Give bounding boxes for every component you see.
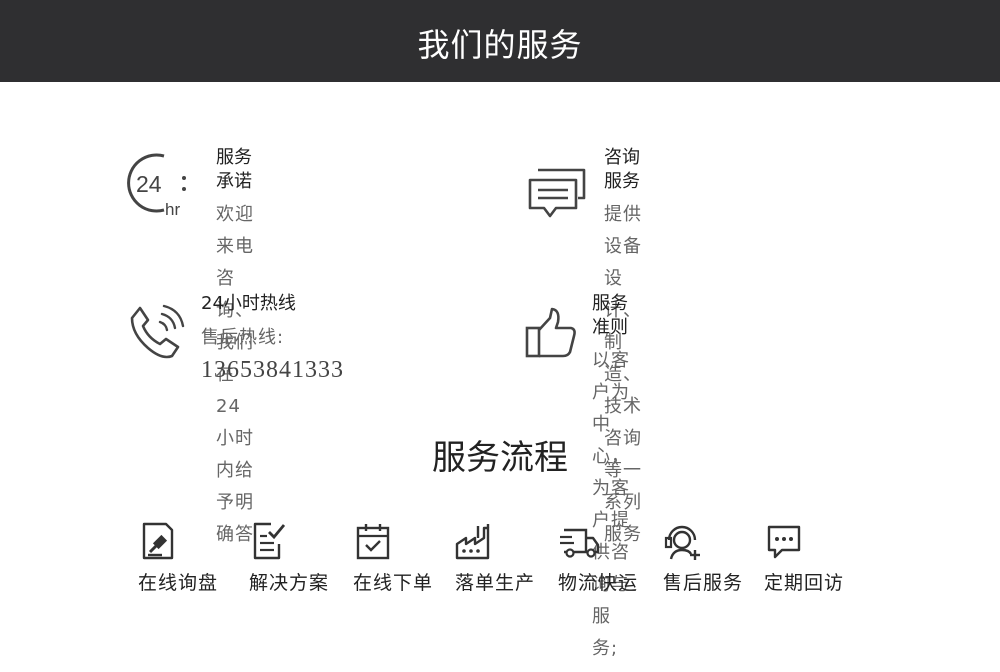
chat-bubbles-icon (526, 166, 590, 226)
inquiry-icon (140, 522, 176, 564)
thumbs-up-icon (524, 306, 578, 364)
factory-icon (455, 522, 495, 564)
phone-icon (126, 302, 186, 366)
message-dots-icon (766, 522, 802, 564)
support-agent-icon (663, 522, 703, 566)
hotline-number[interactable]: 13653841333 (201, 357, 344, 383)
solution-doc-icon (251, 522, 287, 564)
service-title: 服务准则 (592, 293, 628, 338)
flow-step-label: 定期回访 (764, 572, 845, 594)
hotline-label: 售后热线: (201, 327, 285, 348)
flow-step-label: 落单生产 (455, 572, 536, 594)
flow-title: 服务流程 (432, 438, 568, 478)
flow-step-label: 在线询盘 (138, 572, 219, 594)
svg-text:hr: hr (165, 200, 180, 219)
service-title: 咨询服务 (604, 147, 640, 192)
service-title: 24小时热线 (201, 293, 296, 314)
delivery-truck-icon (558, 522, 600, 564)
page-title: 我们的服务 (417, 26, 583, 64)
flow-step-label: 物流快运 (558, 572, 639, 594)
flow-step-label: 在线下单 (353, 572, 434, 594)
24hr-icon: 24 hr (124, 148, 192, 224)
header-bar: 我们的服务 (0, 0, 1000, 82)
service-title: 服务承诺 (216, 147, 252, 192)
flow-step-label: 解决方案 (249, 572, 330, 594)
flow-step-label: 售后服务 (663, 572, 744, 594)
calendar-order-icon (355, 522, 391, 564)
hotline-row: 售后热线: 13653841333 (201, 322, 344, 388)
svg-text:24: 24 (136, 171, 162, 197)
